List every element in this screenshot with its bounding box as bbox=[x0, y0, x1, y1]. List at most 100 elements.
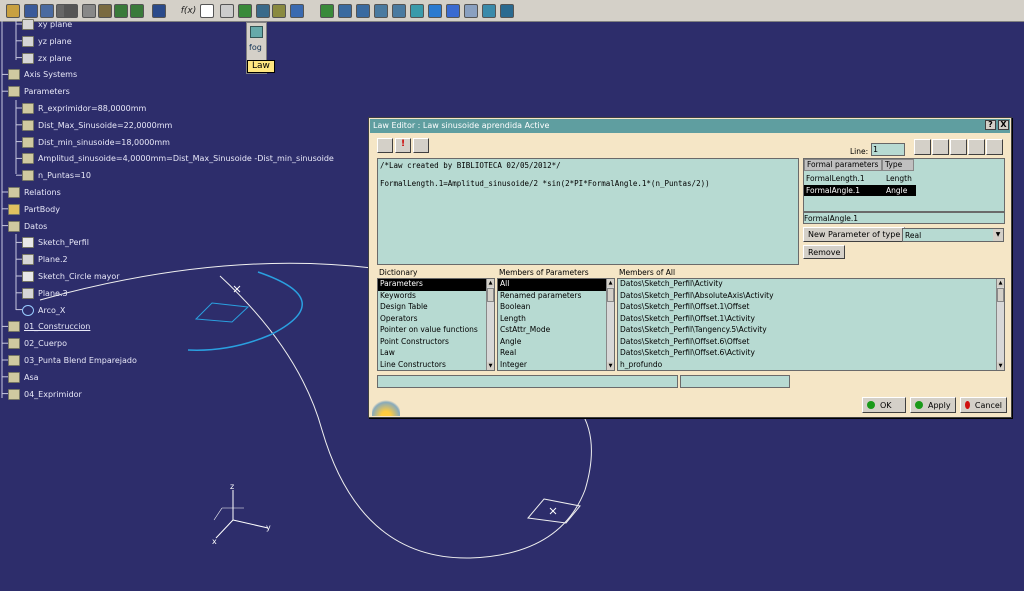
iso-view-icon[interactable] bbox=[444, 2, 461, 19]
law-icon[interactable] bbox=[236, 2, 253, 19]
list-item[interactable]: Datos\Sketch_Perfil\Offset.6\Offset bbox=[618, 337, 1004, 349]
tree-node-relations[interactable]: Relations bbox=[8, 186, 61, 199]
scroll-thumb[interactable] bbox=[607, 288, 614, 302]
column-header-formal[interactable]: Formal parameters bbox=[804, 159, 882, 171]
rotate-icon[interactable] bbox=[354, 2, 371, 19]
paste-icon[interactable] bbox=[96, 2, 113, 19]
members-all-list[interactable]: Datos\Sketch_Perfil\Activity Datos\Sketch… bbox=[617, 278, 1005, 371]
list-item[interactable]: Datos\Sketch_Perfil\AbsoluteAxis\Activit… bbox=[618, 291, 1004, 303]
save-all-icon[interactable] bbox=[38, 2, 55, 19]
remove-button[interactable]: Remove bbox=[803, 245, 846, 259]
line-field[interactable] bbox=[871, 143, 905, 156]
tree-node-r-exprimidor[interactable]: R_exprimidor=88,0000mm bbox=[22, 102, 146, 115]
text-icon[interactable] bbox=[413, 138, 429, 153]
scrollbar[interactable]: ▲ ▼ bbox=[606, 279, 614, 370]
undo-icon[interactable] bbox=[112, 2, 129, 19]
comment-icon[interactable] bbox=[198, 2, 215, 19]
tree-node-plane-2[interactable]: Plane.2 bbox=[22, 253, 68, 266]
tree-node-03-punta[interactable]: 03_Punta Blend Emparejado bbox=[8, 354, 137, 367]
scroll-thumb[interactable] bbox=[997, 288, 1004, 302]
whats-this-icon[interactable] bbox=[150, 2, 167, 19]
list-item[interactable]: Design Table bbox=[378, 302, 494, 314]
fit-all-icon[interactable] bbox=[318, 2, 335, 19]
scroll-up-icon[interactable]: ▲ bbox=[607, 279, 614, 287]
law-text-editor[interactable]: /*Law created by BIBLIOTECA 02/05/2012*/… bbox=[377, 158, 799, 265]
list-item[interactable]: Keywords bbox=[378, 291, 494, 303]
normal-view-icon[interactable] bbox=[408, 2, 425, 19]
parameter-type-select[interactable]: Real ▼ bbox=[902, 228, 1004, 242]
formal-param-row[interactable]: FormalAngle.1 Angle bbox=[804, 185, 916, 196]
scroll-thumb[interactable] bbox=[487, 288, 494, 302]
list-item[interactable]: Datos\Sketch_Perfil\Tangency.5\Activity bbox=[618, 325, 1004, 337]
ok-button[interactable]: OK bbox=[862, 397, 906, 413]
scroll-down-icon[interactable]: ▼ bbox=[997, 362, 1004, 370]
formula-icon[interactable]: f(x) bbox=[180, 2, 197, 19]
scroll-up-icon[interactable]: ▲ bbox=[487, 279, 494, 287]
link-icon[interactable] bbox=[218, 2, 235, 19]
unit-field[interactable] bbox=[680, 375, 790, 388]
list-item[interactable]: Datos\Sketch_Perfil\Offset.6\Activity bbox=[618, 348, 1004, 360]
eraser-icon[interactable] bbox=[986, 139, 1003, 155]
list-item[interactable]: Real bbox=[498, 348, 614, 360]
column-header-type[interactable]: Type bbox=[882, 159, 914, 171]
zoom-in-icon[interactable] bbox=[372, 2, 389, 19]
list-item[interactable]: Datos\Sketch_Perfil\Offset.1\Offset bbox=[618, 302, 1004, 314]
scroll-down-icon[interactable]: ▼ bbox=[487, 362, 494, 370]
zoom-out-icon[interactable] bbox=[390, 2, 407, 19]
tree-node-sketch-perfil[interactable]: Sketch_Perfil bbox=[22, 236, 89, 249]
import-icon[interactable] bbox=[377, 138, 393, 153]
redo-icon[interactable] bbox=[128, 2, 145, 19]
value-field[interactable] bbox=[377, 375, 678, 388]
list-item[interactable]: Pointer on value functions bbox=[378, 325, 494, 337]
tree-node-dist-max[interactable]: Dist_Max_Sinusoide=22,0000mm bbox=[22, 119, 172, 132]
tree-node-plane-3[interactable]: Plane.3 bbox=[22, 287, 68, 300]
tree-node-02-cuerpo[interactable]: 02_Cuerpo bbox=[8, 337, 67, 350]
tree-node-01-construccion[interactable]: 01_Construccion bbox=[8, 320, 90, 333]
tree-node-datos[interactable]: Datos bbox=[8, 220, 47, 233]
law-editor-icon[interactable] bbox=[254, 2, 271, 19]
open-icon[interactable] bbox=[4, 2, 21, 19]
tree-node-arco-x[interactable]: Arco_X bbox=[22, 304, 65, 317]
chevron-down-icon[interactable]: ▼ bbox=[993, 229, 1003, 241]
formal-param-row[interactable]: FormalLength.1 Length bbox=[804, 173, 916, 184]
tree-node-yz-plane[interactable]: yz plane bbox=[22, 35, 72, 48]
list-item[interactable]: All bbox=[498, 279, 614, 291]
tree-node-partbody[interactable]: PartBody bbox=[8, 203, 60, 216]
find-icon[interactable] bbox=[932, 139, 949, 155]
select-icon[interactable] bbox=[288, 2, 305, 19]
list-item[interactable]: Point Constructors bbox=[378, 337, 494, 349]
members-params-list[interactable]: All Renamed parameters Boolean Length CstAtt… bbox=[497, 278, 615, 371]
tree-node-amplitud[interactable]: Amplitud_sinusoide=4,0000mm=Dist_Max_Sin… bbox=[22, 152, 334, 165]
compass[interactable]: z y x bbox=[212, 482, 271, 546]
error-icon[interactable]: ! bbox=[395, 138, 411, 153]
list-item[interactable]: Boolean bbox=[498, 302, 614, 314]
tree-node-04-exprimidor[interactable]: 04_Exprimidor bbox=[8, 388, 82, 401]
scrollbar[interactable]: ▲ ▼ bbox=[486, 279, 494, 370]
list-item[interactable]: Length bbox=[498, 314, 614, 326]
tree-node-n-puntas[interactable]: n_Puntas=10 bbox=[22, 169, 91, 182]
close-button[interactable]: X bbox=[998, 120, 1009, 130]
scrollbar[interactable]: ▲ ▼ bbox=[996, 279, 1004, 370]
tree-node-dist-min[interactable]: Dist_min_sinusoide=18,0000mm bbox=[22, 136, 170, 149]
tree-node-xy-plane[interactable]: xy plane bbox=[22, 18, 72, 31]
render-style-icon[interactable] bbox=[462, 2, 479, 19]
views-icon[interactable] bbox=[426, 2, 443, 19]
cut-icon[interactable] bbox=[62, 2, 79, 19]
list-item[interactable]: Operators bbox=[378, 314, 494, 326]
list-item[interactable]: Parameters bbox=[378, 279, 494, 291]
dictionary-list[interactable]: Parameters Keywords Design Table Operators P… bbox=[377, 278, 495, 371]
list-item[interactable]: Angle bbox=[498, 337, 614, 349]
save-icon[interactable] bbox=[22, 2, 39, 19]
scroll-down-icon[interactable]: ▼ bbox=[607, 362, 614, 370]
list-item[interactable]: CstAttr_Mode bbox=[498, 325, 614, 337]
parameter-icon[interactable] bbox=[270, 2, 287, 19]
list-item[interactable]: h_profundo bbox=[618, 360, 1004, 372]
help-button[interactable]: ? bbox=[985, 120, 996, 130]
swap-space-icon[interactable] bbox=[498, 2, 515, 19]
tree-node-zx-plane[interactable]: zx plane bbox=[22, 52, 72, 65]
list-item[interactable]: Integer bbox=[498, 360, 614, 372]
list-item[interactable]: Datos\Sketch_Perfil\Activity bbox=[618, 279, 1004, 291]
tree-node-parameters[interactable]: Parameters bbox=[8, 85, 70, 98]
copy-icon[interactable] bbox=[80, 2, 97, 19]
current-param-field[interactable]: FormalAngle.1 bbox=[803, 212, 1005, 224]
